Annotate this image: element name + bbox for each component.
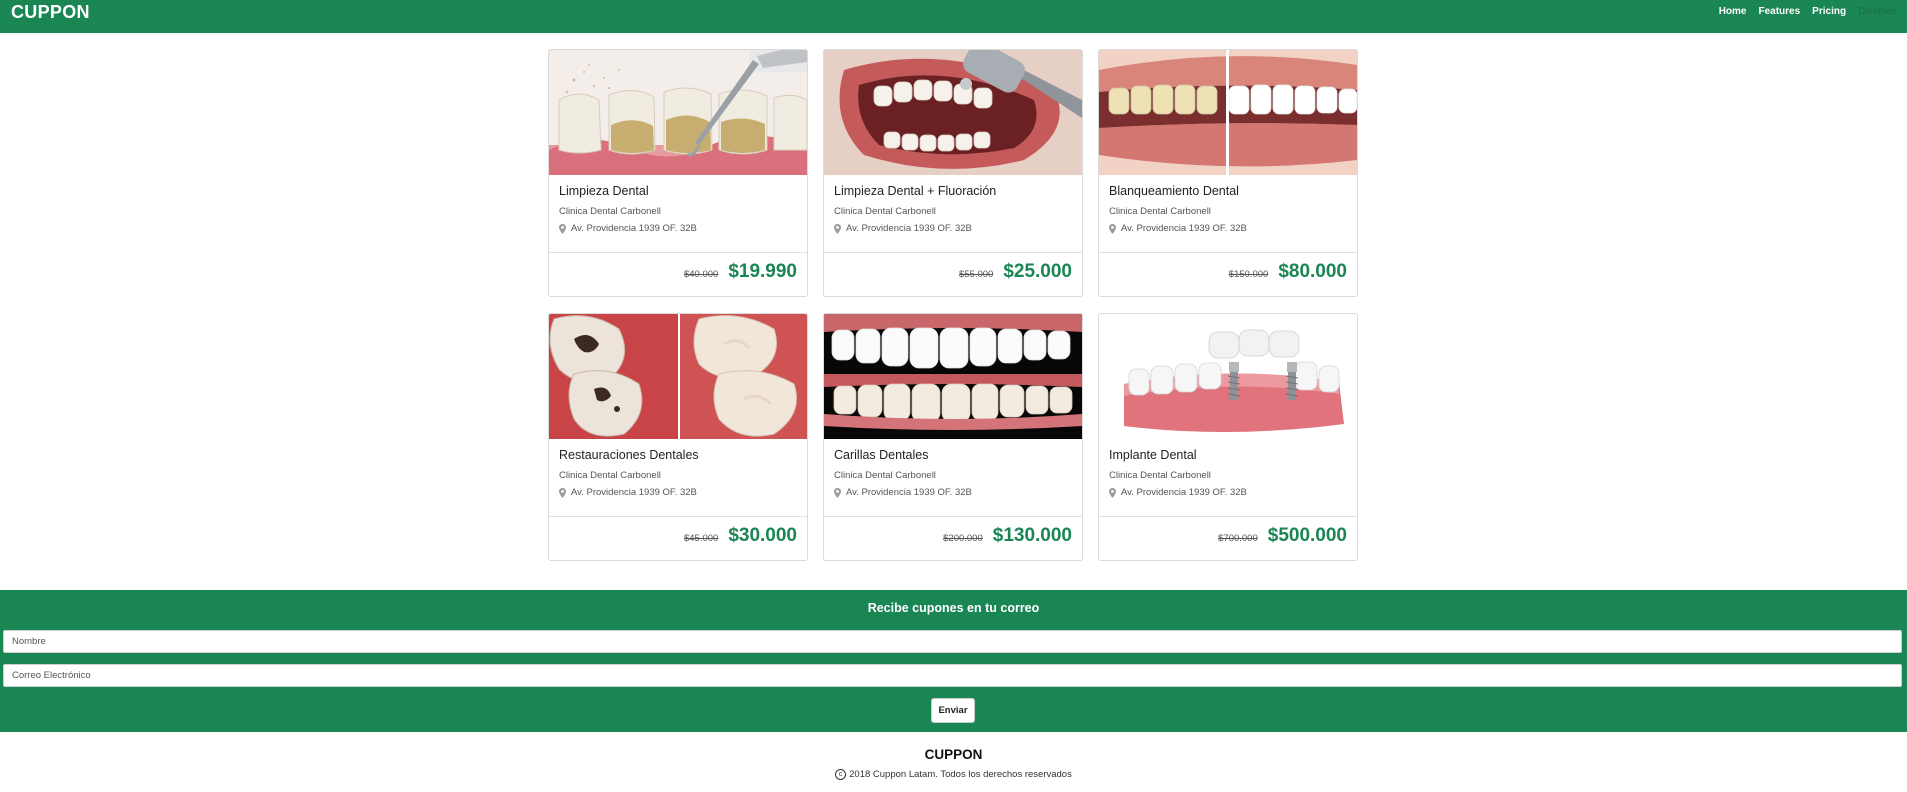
card-title[interactable]: Limpieza Dental [559,184,797,198]
card-address: Av. Providencia 1939 OF. 32B [1109,223,1347,234]
newsletter-section: Recibe cupones en tu correo Enviar [0,590,1907,732]
coupon-card[interactable]: Limpieza Dental Clinica Dental Carbonell… [548,49,808,297]
card-body: Limpieza Dental Clinica Dental Carbonell… [549,175,807,253]
nav-link-features[interactable]: Features [1758,6,1800,17]
card-title[interactable]: Limpieza Dental + Fluoración [834,184,1072,198]
coupon-card[interactable]: Blanqueamiento Dental Clinica Dental Car… [1098,49,1358,297]
card-address-text: Av. Providencia 1939 OF. 32B [1121,487,1247,498]
copyright-text: 2018 Cuppon Latam. Todos los derechos re… [849,769,1072,780]
coupon-card[interactable]: Limpieza Dental + Fluoración Clinica Den… [823,49,1083,297]
coupon-price: $25.000 [1003,261,1072,282]
old-price: $55.000 [958,269,994,280]
coupon-card[interactable]: Carillas Dentales Clinica Dental Carbone… [823,313,1083,561]
card-address: Av. Providencia 1939 OF. 32B [834,223,1072,234]
card-body: Limpieza Dental + Fluoración Clinica Den… [824,175,1082,253]
name-input[interactable] [3,630,1902,653]
nav-link-home[interactable]: Home [1719,6,1747,17]
card-clinic: Clinica Dental Carbonell [834,470,936,481]
card-clinic: Clinica Dental Carbonell [1109,470,1211,481]
coupon-price: $19.990 [728,261,797,282]
coupon-card[interactable]: Restauraciones Dentales Clinica Dental C… [548,313,808,561]
dental-veneers-image[interactable] [824,314,1082,439]
card-body: Blanqueamiento Dental Clinica Dental Car… [1099,175,1357,253]
map-pin-icon [834,487,841,498]
teeth-whitening-image[interactable] [1099,50,1357,175]
newsletter-title: Recibe cupones en tu correo [867,601,1040,615]
card-clinic: Clinica Dental Carbonell [1109,206,1211,217]
dental-fluoride-image[interactable] [824,50,1082,175]
coupon-card[interactable]: Implante Dental Clinica Dental Carbonell… [1098,313,1358,561]
coupon-price: $500.000 [1267,525,1347,546]
card-clinic: Clinica Dental Carbonell [834,206,936,217]
dental-cleaning-image[interactable] [549,50,807,175]
card-footer: $45.000 $30.000 [549,517,807,560]
navbar-brand[interactable]: CUPPON [11,2,90,23]
card-footer: $40.000 $19.990 [549,253,807,296]
coupon-grid: Limpieza Dental Clinica Dental Carbonell… [548,49,1359,561]
card-address: Av. Providencia 1939 OF. 32B [834,487,1072,498]
nav-link-disabled: Disabled [1858,6,1897,17]
card-body: Implante Dental Clinica Dental Carbonell… [1099,439,1357,517]
card-title[interactable]: Implante Dental [1109,448,1347,462]
card-footer: $150.000 $80.000 [1099,253,1357,296]
top-navbar: CUPPON Home Features Pricing Disabled [0,0,1907,33]
coupon-price: $30.000 [728,525,797,546]
submit-button[interactable]: Enviar [931,698,975,723]
map-pin-icon [1109,223,1116,234]
old-price: $200.000 [943,533,983,544]
card-body: Restauraciones Dentales Clinica Dental C… [549,439,807,517]
card-footer: $55.000 $25.000 [824,253,1082,296]
card-title[interactable]: Blanqueamiento Dental [1109,184,1347,198]
card-address: Av. Providencia 1939 OF. 32B [1109,487,1347,498]
email-input[interactable] [3,664,1902,687]
card-address: Av. Providencia 1939 OF. 32B [559,487,797,498]
copyright-icon: c [835,769,847,780]
map-pin-icon [834,223,841,234]
card-title[interactable]: Carillas Dentales [834,448,1072,462]
footer-copyright: c 2018 Cuppon Latam. Todos los derechos … [0,769,1907,780]
card-footer: $200.000 $130.000 [824,517,1082,560]
card-title[interactable]: Restauraciones Dentales [559,448,797,462]
card-address-text: Av. Providencia 1939 OF. 32B [846,487,972,498]
footer-brand: CUPPON [924,747,983,762]
coupon-price: $80.000 [1278,261,1347,282]
nav-links: Home Features Pricing Disabled [1719,0,1897,23]
dental-implant-image[interactable] [1099,314,1357,439]
card-address-text: Av. Providencia 1939 OF. 32B [1121,223,1247,234]
old-price: $40.000 [683,269,719,280]
map-pin-icon [559,223,566,234]
card-address-text: Av. Providencia 1939 OF. 32B [571,487,697,498]
old-price: $700.000 [1218,533,1258,544]
card-address-text: Av. Providencia 1939 OF. 32B [571,223,697,234]
map-pin-icon [1109,487,1116,498]
old-price: $45.000 [683,533,719,544]
coupon-price: $130.000 [992,525,1072,546]
card-body: Carillas Dentales Clinica Dental Carbone… [824,439,1082,517]
old-price: $150.000 [1228,269,1269,280]
dental-restoration-image[interactable] [549,314,807,439]
card-address: Av. Providencia 1939 OF. 32B [559,223,797,234]
card-address-text: Av. Providencia 1939 OF. 32B [846,223,972,234]
card-clinic: Clinica Dental Carbonell [559,470,661,481]
map-pin-icon [559,487,566,498]
nav-link-pricing[interactable]: Pricing [1812,6,1846,17]
card-footer: $700.000 $500.000 [1099,517,1357,560]
card-clinic: Clinica Dental Carbonell [559,206,661,217]
